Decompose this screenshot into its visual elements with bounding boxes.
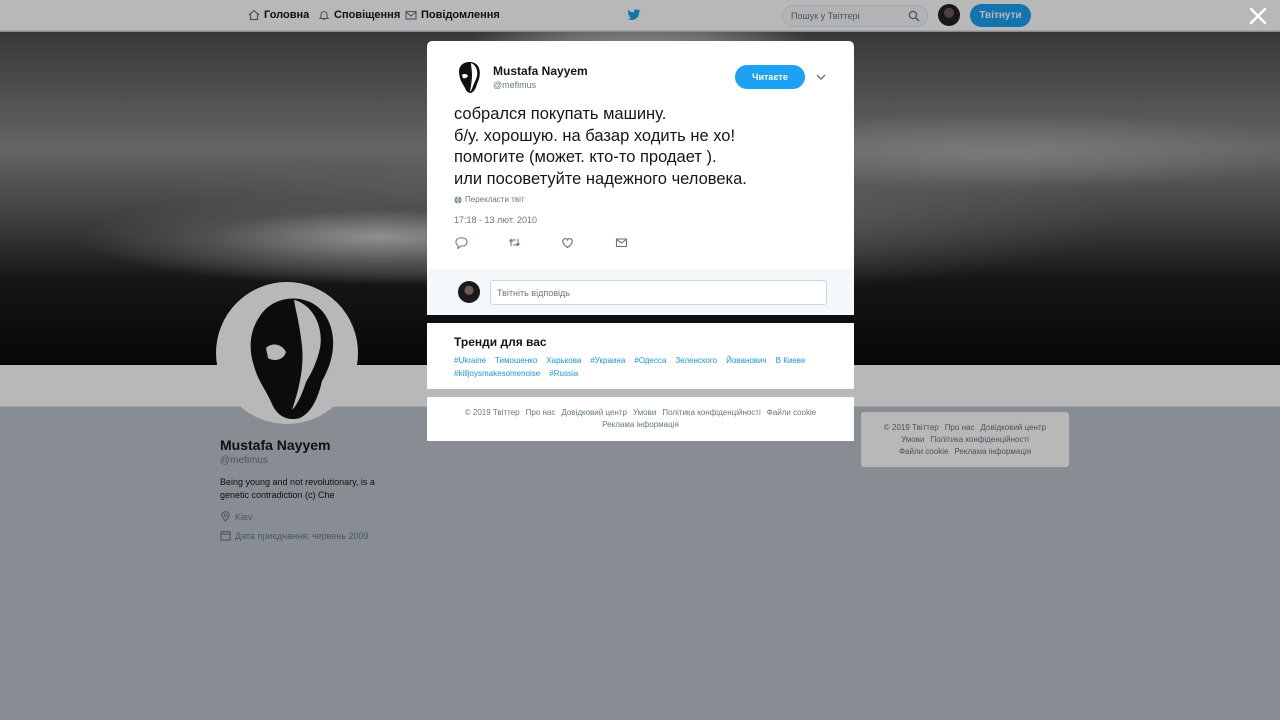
tweet-text-line: собрался покупать машину. xyxy=(454,105,667,123)
footer-link[interactable]: Про нас xyxy=(526,408,556,417)
tweet-text: собрался покупать машину. б/у. хорошую. … xyxy=(454,104,834,190)
reply-composer: Твітніть відповідь xyxy=(427,269,854,315)
following-button[interactable]: Читаєте xyxy=(735,65,805,89)
tweet-author-name[interactable]: Mustafa Nayyem xyxy=(493,64,588,78)
trend-item[interactable]: Тимошенко xyxy=(495,354,537,367)
footer-link[interactable]: Довідковий центр xyxy=(561,408,627,417)
translate-tweet-label: Перекласти твіт xyxy=(465,195,525,204)
trends-title: Тренди для вас xyxy=(454,335,547,349)
trend-item[interactable]: Зеленского xyxy=(675,354,717,367)
footer-link[interactable]: © 2019 Твіттер xyxy=(465,408,520,417)
like-heart-icon[interactable] xyxy=(561,236,574,249)
trend-item[interactable]: #killjoysmakesomenoise xyxy=(454,367,540,380)
direct-message-icon[interactable] xyxy=(615,236,628,249)
retweet-icon[interactable] xyxy=(508,236,521,249)
globe-icon xyxy=(454,195,462,204)
tweet-author-avatar[interactable] xyxy=(454,60,482,93)
tweet-text-line: б/у. хорошую. на базар ходить не хо! xyxy=(454,126,736,145)
footer-link[interactable]: Файли cookie xyxy=(767,408,816,417)
modal-footer: © 2019 Твіттер Про нас Довідковий центр Умо… xyxy=(427,397,854,441)
reply-placeholder: Твітніть відповідь xyxy=(497,288,570,298)
trend-item[interactable]: #Russia xyxy=(549,367,578,380)
footer-link[interactable]: Умови xyxy=(633,408,656,417)
footer-link[interactable]: Реклама інформація xyxy=(602,420,679,429)
close-icon[interactable] xyxy=(1248,6,1268,26)
trend-item[interactable]: В Киеве xyxy=(776,354,806,367)
chevron-down-icon[interactable] xyxy=(816,73,826,81)
trend-item[interactable]: Харькова xyxy=(546,354,581,367)
tweet-author-handle[interactable]: @mefimus xyxy=(493,80,536,90)
trend-list: #Ukraine Тимошенко Харькова #Украина #Одесса… xyxy=(454,354,844,380)
tweet-text-line: помогите (может. кто-то продает ). xyxy=(454,148,717,166)
trend-item[interactable]: #Ukraine xyxy=(454,354,486,367)
reply-icon[interactable] xyxy=(455,236,468,249)
reply-user-avatar xyxy=(458,281,480,303)
trend-item[interactable]: #Украина xyxy=(590,354,625,367)
translate-tweet-link[interactable]: Перекласти твіт xyxy=(454,195,525,204)
trend-item[interactable]: Йованович xyxy=(726,354,767,367)
reply-input[interactable]: Твітніть відповідь xyxy=(490,280,827,305)
tweet-timestamp[interactable]: 17:18 - 13 лют. 2010 xyxy=(454,215,537,225)
tweet-permalink-modal: Mustafa Nayyem @mefimus Читаєте собрался… xyxy=(427,41,854,315)
trend-item[interactable]: #Одесса xyxy=(634,354,666,367)
trends-module: Тренди для вас #Ukraine Тимошенко Харькова… xyxy=(427,323,854,389)
tweet-text-line: или посоветуйте надежного человека. xyxy=(454,169,747,188)
footer-link[interactable]: Політика конфіденційності xyxy=(662,408,760,417)
